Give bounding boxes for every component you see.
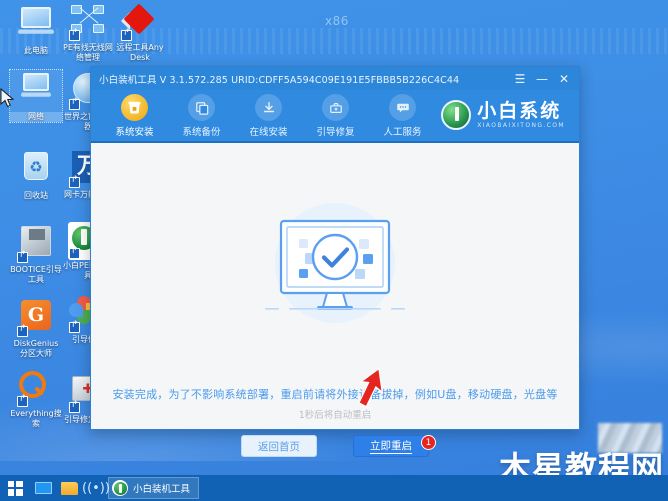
desktop-icon-label: PE有线无线网络管理 xyxy=(63,43,113,62)
desktop-icon-recycle-bin[interactable]: 回收站 xyxy=(10,148,62,201)
xiaobai-icon xyxy=(112,480,128,496)
taskbar-display-icon[interactable] xyxy=(30,475,56,501)
x86-watermark-label: x86 xyxy=(325,14,349,28)
wifi-icon[interactable]: ((•)) xyxy=(82,481,110,496)
minimize-button[interactable]: — xyxy=(531,69,553,89)
mouse-cursor xyxy=(0,88,15,108)
desktop-icon-label: 远程工具AnyDesk xyxy=(116,43,164,62)
annotation-arrow-icon xyxy=(358,368,384,408)
desktop-icon-this-pc[interactable]: 此电脑 xyxy=(10,4,62,56)
tab-label: 系统备份 xyxy=(182,127,221,138)
tab-system-backup[interactable]: 系统备份 xyxy=(168,93,235,138)
desktop-icon-everything[interactable]: Everything搜索 xyxy=(10,370,62,428)
globe-monitor-icon xyxy=(16,73,56,111)
desktop-icon-label: Everything搜索 xyxy=(10,409,62,428)
diskgenius-icon: G xyxy=(16,300,56,338)
tab-manual-service[interactable]: 人工服务 xyxy=(369,93,436,138)
windows-logo-icon xyxy=(7,480,23,496)
restart-now-button[interactable]: 立即重启 1 xyxy=(353,435,436,457)
chat-icon xyxy=(389,94,416,121)
countdown-message: 1秒后将自动重启 xyxy=(298,410,372,421)
xiaobai-installer-window: 小白装机工具 V 3.1.572.285 URID:CDFF5A594C09E1… xyxy=(90,66,580,457)
desktop-icon-label: 网络 xyxy=(10,112,62,122)
tab-label: 人工服务 xyxy=(383,127,422,138)
desktop-icon-network[interactable]: 网络 xyxy=(9,69,63,123)
start-button[interactable] xyxy=(0,475,30,501)
tab-boot-repair[interactable]: 引导修复 xyxy=(302,93,369,138)
floppy-icon xyxy=(16,226,56,264)
menu-icon[interactable]: ☰ xyxy=(509,69,531,89)
brand-text: 小白系统 XIAOBAIXITONG.COM xyxy=(477,99,565,129)
tab-online-install[interactable]: 在线安装 xyxy=(235,93,302,138)
return-home-button[interactable]: 返回首页 xyxy=(241,435,317,457)
xiaobai-logo-icon xyxy=(441,100,472,130)
copy-icon xyxy=(188,94,215,121)
status-badge: 1 xyxy=(421,435,436,450)
network-nodes-icon xyxy=(68,4,108,42)
monitor-check-icon xyxy=(265,203,405,323)
download-icon xyxy=(255,94,282,121)
window-content: 安装完成，为了不影响系统部署，重启前请将外接设备拔掉，例如U盘，移动硬盘，光盘等… xyxy=(91,143,579,457)
computer-icon xyxy=(16,7,56,45)
tab-label: 系统安装 xyxy=(115,127,154,138)
tab-label: 引导修复 xyxy=(316,127,355,138)
window-titlebar[interactable]: 小白装机工具 V 3.1.572.285 URID:CDFF5A594C09E1… xyxy=(91,67,579,90)
brand-domain: XIAOBAIXITONG.COM xyxy=(477,121,565,129)
tab-label: 在线安装 xyxy=(249,127,288,138)
completion-message: 安装完成，为了不影响系统部署，重启前请将外接设备拔掉，例如U盘，移动硬盘，光盘等 xyxy=(112,388,558,401)
magnifier-icon xyxy=(16,370,56,408)
desktop-icon-label: BOOTICE引导工具 xyxy=(10,265,62,284)
button-label: 立即重启 xyxy=(370,440,412,454)
desktop-icon-label: DiskGenius分区大师 xyxy=(13,339,59,358)
desktop-icon-row-top: 此电脑 PE有线无线网络管理 远程工具AnyDesk xyxy=(0,0,180,62)
taskbar-item-xiaobai-tool[interactable]: 小白装机工具 xyxy=(108,477,200,499)
button-label: 返回首页 xyxy=(258,440,300,453)
toolbox-icon xyxy=(322,94,349,121)
brand-name: 小白系统 xyxy=(477,99,562,122)
desktop-icon-diskgenius[interactable]: G DiskGenius分区大师 xyxy=(10,296,62,358)
desktop-icon-bootice[interactable]: BOOTICE引导工具 xyxy=(10,222,62,284)
tab-system-install[interactable]: 系统安装 xyxy=(101,93,168,138)
window-title: 小白装机工具 V 3.1.572.285 URID:CDFF5A594C09E1… xyxy=(99,74,460,86)
anydesk-icon xyxy=(120,3,160,42)
close-button[interactable]: ✕ xyxy=(553,69,575,89)
desktop-icon-pe-network-manager[interactable]: PE有线无线网络管理 xyxy=(62,4,114,62)
taskbar-item-label: 小白装机工具 xyxy=(133,484,191,495)
taskbar-explorer-icon[interactable] xyxy=(56,475,82,501)
brand-logo-group: 小白系统 XIAOBAIXITONG.COM xyxy=(441,100,565,130)
desktop-icon-anydesk[interactable]: 远程工具AnyDesk xyxy=(114,3,166,62)
desktop-icon-label: 回收站 xyxy=(24,191,48,200)
desktop-icon-label: 此电脑 xyxy=(24,46,48,55)
recycle-bin-icon xyxy=(16,152,56,190)
bucket-icon xyxy=(121,94,148,121)
window-navbar: 系统安装 系统备份 在线安装 引导修复 人工服务 小白系统 XIAOBAIXIT… xyxy=(91,90,579,143)
taskbar: ((•)) 小白装机工具 xyxy=(0,475,668,501)
